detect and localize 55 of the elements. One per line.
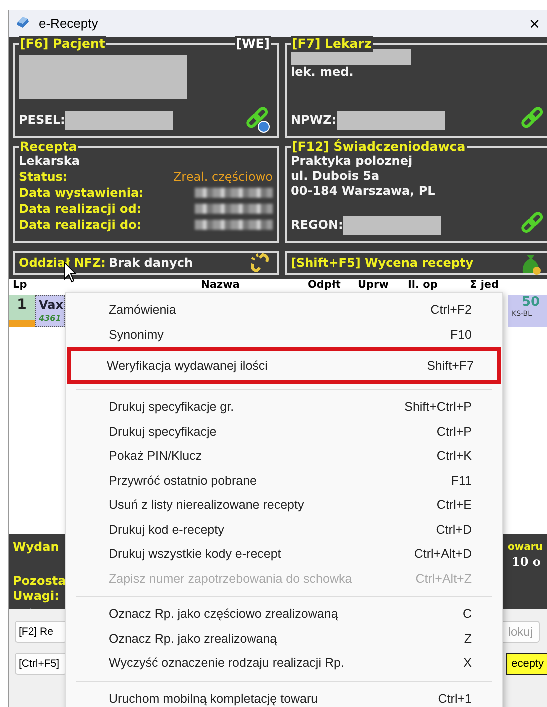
menu-item[interactable]: Weryfikacja wydawanej ilości Shift+F7: [67, 347, 501, 384]
broken-link-icon[interactable]: [249, 252, 271, 274]
table-cell[interactable]: Vax 4361: [35, 295, 65, 327]
panel-title[interactable]: Recepta: [19, 139, 78, 155]
field-label: Data realizacji od:: [19, 202, 142, 216]
summary-label: Uwagi:: [13, 589, 60, 604]
prescription-type: Lekarska: [19, 154, 82, 169]
field-label: PESEL:: [19, 112, 66, 128]
nfz-value: Brak danych: [108, 256, 194, 270]
menu-item[interactable]: Usuń z listy nierealizowane recepty Ctrl+E: [70, 493, 498, 518]
menu-item[interactable]: Pokaż PIN/Klucz Ctrl+K: [70, 444, 498, 468]
column-header[interactable]: Σ jed: [470, 279, 500, 291]
summary-value: 10 o: [511, 555, 541, 569]
menu-item[interactable]: Wyczyść oznaczenie rodzaju realizacji Rp. X: [70, 651, 498, 676]
summary-label: owaru: [508, 541, 543, 555]
menu-item[interactable]: Przywróć ostatnio pobrane F11: [70, 468, 498, 493]
panel-tag[interactable]: [WE]: [235, 36, 271, 52]
panel-title[interactable]: [F12] Świadczeniodawca: [291, 139, 467, 155]
menu-item[interactable]: Drukuj specyfikacje Ctrl+P: [70, 420, 498, 444]
field-label: Data wystawienia:: [19, 186, 144, 200]
table-cell: 1: [9, 295, 35, 327]
field-label: Status:: [19, 170, 68, 184]
field-label: NPWZ:: [291, 112, 337, 128]
menu-item[interactable]: Uruchom mobilną kompletację towaru Ctrl+1: [70, 686, 498, 707]
menu-item[interactable]: Oznacz Rp. jako zrealizowaną Z: [70, 626, 498, 651]
menu-item[interactable]: Oznacz Rp. jako częściowo zrealizowaną C: [70, 602, 498, 626]
provider-address-line: ul. Dubois 5a: [291, 169, 381, 184]
panel-title[interactable]: [F6] Pacjent: [19, 36, 106, 52]
status-value: Zreal. częściowo: [173, 170, 273, 184]
menu-item[interactable]: Synonimy F10: [70, 322, 498, 347]
menu-item[interactable]: Drukuj kod e-recepty Ctrl+D: [70, 518, 498, 542]
doctor-degree: lek. med.: [291, 65, 355, 80]
column-header[interactable]: Lp: [13, 279, 53, 291]
menu-item[interactable]: Drukuj wszystkie kody e-recept Ctrl+Alt+D: [70, 542, 498, 566]
action-button[interactable]: [F2] Re: [15, 621, 67, 643]
pricing-label[interactable]: [Shift+F5] Wycena recepty: [291, 256, 517, 270]
column-header[interactable]: Nazwa: [133, 279, 308, 291]
field-label: Data realizacji do:: [19, 218, 142, 232]
column-header[interactable]: Uprw: [358, 279, 408, 291]
summary-label: Wydan: [13, 540, 60, 555]
provider-address-line: 00-184 Warszawa, PL: [291, 184, 436, 199]
menu-item[interactable]: Zamówienia Ctrl+F2: [70, 298, 498, 322]
action-button[interactable]: ecepty: [506, 653, 547, 675]
provider-address-line: Praktyka poloznej: [291, 154, 414, 169]
field-label: REGON:: [291, 218, 344, 232]
action-button[interactable]: [Ctrl+F5]: [15, 653, 67, 675]
summary-label: Pozosta: [13, 574, 68, 589]
panel-title[interactable]: [F7] Lekarz: [291, 36, 373, 52]
menu-item[interactable]: Drukuj specyfikacje gr. Shift+Ctrl+P: [70, 395, 498, 420]
link-icon[interactable]: [245, 107, 271, 133]
column-header[interactable]: Odpłt: [308, 279, 358, 291]
close-button[interactable]: ×: [529, 14, 547, 32]
field-label: Oddział NFZ:: [19, 256, 106, 270]
column-header[interactable]: Il. op: [408, 279, 458, 291]
window-title: e-Recepty: [39, 16, 100, 31]
